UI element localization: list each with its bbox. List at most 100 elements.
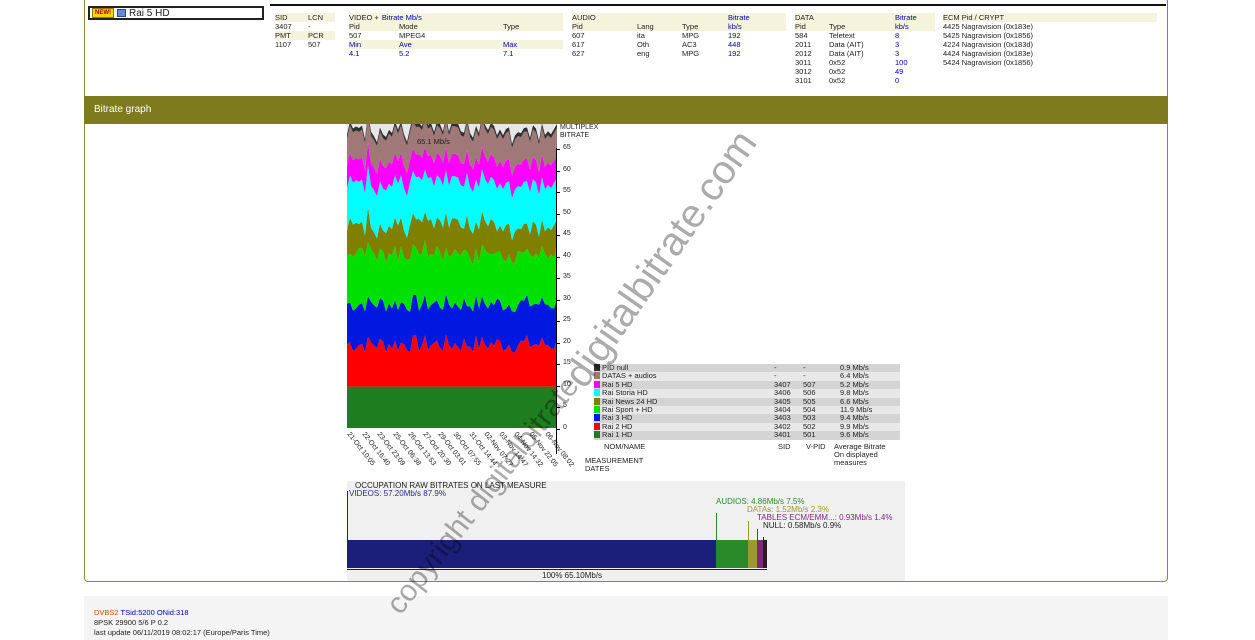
bitrate-stack-chart: [347, 124, 557, 428]
footer-last-update: last update 06/11/2019 08:02:17 (Europe/…: [94, 628, 270, 637]
ecm-row: 4224 Nagravision (0x183d): [943, 40, 1034, 49]
new-badge: NEW!: [92, 8, 114, 18]
video-col-pid: Pid: [349, 22, 360, 31]
audio-cell: MPG: [682, 31, 700, 40]
data-bitrate-label: Bitrate: [895, 13, 917, 22]
channel-header[interactable]: NEW! Rai 5 HD: [88, 6, 264, 20]
video-min-label: Min: [349, 40, 362, 49]
pcr-label: PCR: [308, 31, 324, 40]
data-block: DATA Bitrate Pid Type kb/s 584 Teletext 8 2011…: [795, 13, 935, 85]
data-cell: Data (AIT): [829, 49, 864, 58]
y-tick-label: 45: [556, 230, 571, 238]
data-row: 584 Teletext 8: [795, 31, 935, 40]
legend-vpid: -: [803, 363, 806, 372]
data-cell: 3012: [795, 67, 812, 76]
audio-cell: 607: [572, 31, 585, 40]
data-cell: Data (AIT): [829, 40, 864, 49]
data-cell: 0: [895, 76, 900, 85]
data-cell: Teletext: [829, 31, 855, 40]
y-tick-label: 20: [556, 337, 571, 345]
data-cell: 0x52: [829, 67, 846, 76]
legend-swatch: [594, 422, 600, 430]
legend-sid: 3401: [774, 430, 791, 440]
legend-swatch: [594, 405, 600, 413]
y-tick-label: 55: [556, 187, 571, 195]
y-tick-label: 0: [556, 424, 567, 431]
peak-label: 65.1 Mb/s: [417, 137, 450, 146]
y-tick-label: 60: [556, 165, 571, 173]
occupation-bar: [347, 540, 717, 568]
data-cell: 2011: [795, 40, 812, 49]
audio-block: AUDIO Bitrate Pid Lang Type kb/s 607 ita MPG 19…: [572, 13, 786, 58]
data-cell: 49: [895, 67, 904, 76]
y-tick-label: 40: [556, 251, 571, 259]
legend-col-name: NOM/NAME: [604, 442, 646, 451]
audio-col-type: Type: [682, 22, 699, 31]
data-cell: 3: [895, 40, 900, 49]
data-cell: 2012: [795, 49, 812, 58]
video-pid: 507: [349, 31, 362, 40]
y-tick-label: 25: [556, 316, 571, 324]
data-row: 3101 0x52 0: [795, 76, 935, 85]
video-bitrate-link[interactable]: Bitrate Mb/s: [382, 13, 422, 22]
occupation-bar: [763, 540, 767, 568]
channel-legend: PID null - -0.9 Mb/s DATAS + audios - -6.4 Mb…: [594, 363, 900, 440]
data-col-pid: Pid: [795, 22, 806, 31]
legend-rate: 9.6 Mb/s: [840, 430, 869, 440]
audio-cell: Oth: [637, 40, 650, 49]
video-min: 4.1: [349, 49, 360, 58]
audio-title: AUDIO: [572, 13, 596, 22]
data-cell: 8: [895, 31, 900, 40]
legend-swatch: [594, 380, 600, 388]
ecm-row: 4424 Nagravision (0x183e): [943, 49, 1034, 58]
occupation-bar: [747, 540, 758, 568]
y-tick-label: 65: [556, 144, 571, 151]
audio-cell: 627: [572, 49, 585, 58]
video-col-type: Type: [503, 22, 520, 31]
measurement-dates-label: MEASUREMENT DATES: [585, 456, 644, 473]
sid-block: SID LCN 3407 - PMT PCR 1107 507: [275, 13, 335, 49]
occupation-null: NULL: 0.58Mb/s 0.9%: [763, 521, 842, 530]
legend-swatch: [594, 372, 600, 380]
ecm-row: 5425 Nagravision (0x1856): [943, 31, 1034, 40]
occupation-marker-line: [347, 491, 348, 540]
data-cell: 100: [895, 58, 908, 67]
audio-col-pid: Pid: [572, 22, 583, 31]
legend-sid: -: [774, 363, 777, 372]
tv-icon: [117, 9, 126, 17]
legend-vpid: 501: [803, 430, 816, 440]
audio-bitrate-label: Bitrate: [728, 13, 750, 22]
legend-col-vpid: V-PID: [806, 442, 826, 451]
occupation-videos: VIDEOS: 57.20Mb/s 87.9%: [349, 489, 446, 498]
channel-name: Rai 5 HD: [129, 7, 170, 19]
occupation-marker-line: [757, 529, 759, 540]
audio-row: 607 ita MPG 192: [572, 31, 786, 40]
y-tick-label: 5: [556, 402, 567, 410]
data-cell: 3011: [795, 58, 812, 67]
legend-name: Rai 1 HD: [602, 430, 633, 440]
measurement-dates: 21-Oct 10:05 22-Oct 16:40 23-Oct 23:09 25-O…: [345, 431, 577, 481]
video-max: 7.1: [503, 49, 514, 58]
section-title: Bitrate graph: [84, 96, 1168, 124]
legend-swatch: [594, 397, 600, 405]
occupation-marker-line: [763, 537, 765, 540]
occupation-marker-line: [716, 513, 718, 540]
occupation-panel: OCCUPATION RAW BITRATES ON LAST MEASURE …: [347, 481, 905, 581]
legend-swatch: [594, 414, 600, 422]
ecm-row: 5424 Nagravision (0x1856): [943, 58, 1034, 67]
y-tick-label: 50: [556, 208, 571, 216]
data-cell: 3101: [795, 76, 812, 85]
audio-col-lang: Lang: [637, 22, 654, 31]
sid-label: SID: [275, 13, 288, 22]
legend-row: Rai 1 HD 3401 501 9.6 Mb/s: [594, 430, 900, 440]
video-title: VIDEO +: [349, 13, 379, 22]
footer-dvb: DVBS2: [94, 608, 119, 617]
footer-modulation: 8PSK 29900 5/6 P 0.2: [94, 618, 169, 627]
audio-cell: ita: [637, 31, 645, 40]
audio-col-kbs: kb/s: [728, 22, 742, 31]
data-cell: 584: [795, 31, 808, 40]
occupation-total: 100% 65.10Mb/s: [542, 571, 603, 580]
data-col-type: Type: [829, 22, 846, 31]
y-tick-label: 10: [556, 380, 571, 388]
legend-swatch: [594, 389, 600, 397]
